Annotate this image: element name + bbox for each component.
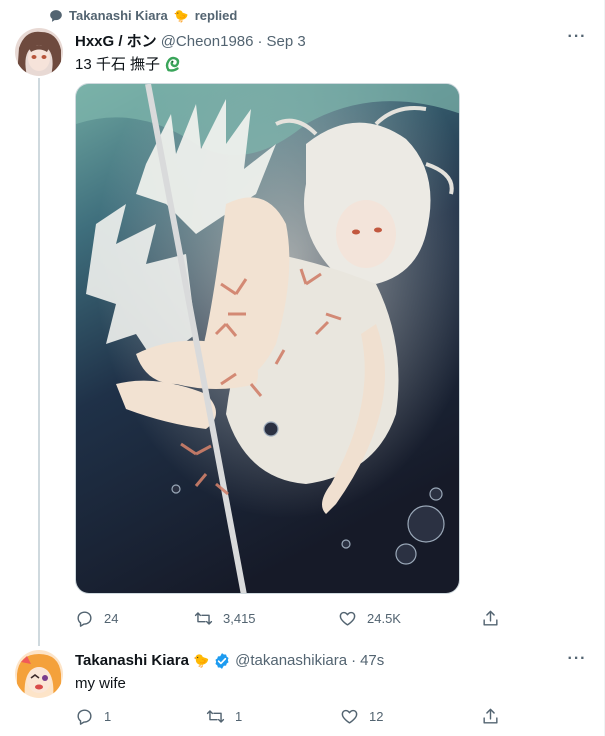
- context-action: replied: [194, 8, 238, 23]
- author-handle[interactable]: @Cheon1986: [161, 33, 254, 50]
- avatar[interactable]: [15, 650, 63, 698]
- like-icon: [341, 709, 358, 724]
- social-context[interactable]: Takanashi Kiara 🐤 replied: [49, 8, 237, 23]
- share-icon: [483, 708, 498, 724]
- reply-icon: [77, 610, 92, 627]
- reply-icon: [77, 708, 92, 725]
- reply-text: my wife: [75, 675, 126, 692]
- more-icon[interactable]: ···: [567, 29, 587, 50]
- snake-emoji: [165, 56, 180, 72]
- separator-dot: ·: [257, 33, 263, 50]
- more-icon[interactable]: ···: [567, 651, 587, 672]
- tweet-media-image[interactable]: [75, 83, 460, 594]
- share-button[interactable]: [481, 609, 500, 628]
- reply-button[interactable]: 24: [75, 609, 118, 628]
- like-icon: [339, 611, 356, 626]
- author-name[interactable]: HxxG / ホン: [75, 30, 157, 51]
- retweet-icon: [206, 709, 225, 723]
- tweet-text: 13 千石 撫子: [75, 53, 182, 74]
- retweet-count: 3,415: [223, 610, 256, 626]
- like-count: 24.5K: [367, 610, 401, 626]
- separator-dot: ·: [351, 652, 357, 669]
- like-button[interactable]: 12: [340, 707, 383, 726]
- retweet-count: 1: [235, 708, 243, 724]
- reply-count: 24: [104, 610, 119, 626]
- context-emoji: 🐤: [173, 8, 189, 23]
- author-name[interactable]: Takanashi Kiara: [75, 652, 189, 669]
- tweet-actions: 24 3,415 24.5K: [75, 606, 505, 630]
- verified-icon: [215, 653, 229, 669]
- tweet-timestamp[interactable]: Sep 3: [267, 33, 306, 50]
- context-user[interactable]: Takanashi Kiara: [69, 8, 168, 23]
- share-icon: [483, 610, 498, 626]
- share-button[interactable]: [481, 707, 500, 726]
- thread-line: [38, 78, 40, 646]
- retweet-icon: [194, 611, 213, 625]
- avatar[interactable]: [15, 28, 63, 76]
- tweet-text-content: 13 千石 撫子: [75, 56, 161, 73]
- reply-button[interactable]: 1: [75, 707, 111, 726]
- tweet-header: HxxG / ホン @Cheon1986 · Sep 3: [75, 30, 306, 51]
- speech-bubble-icon: [50, 9, 62, 22]
- reply-count: 1: [104, 708, 112, 724]
- retweet-button[interactable]: 1: [206, 707, 242, 726]
- reply-header: Takanashi Kiara 🐤 @takanashikiara · 47s: [75, 652, 384, 670]
- like-count: 12: [369, 708, 384, 724]
- like-button[interactable]: 24.5K: [338, 609, 401, 628]
- author-emoji: 🐤: [192, 653, 210, 668]
- reply-actions: 1 1 12: [75, 704, 505, 728]
- tweet-timestamp[interactable]: 47s: [360, 652, 384, 669]
- retweet-button[interactable]: 3,415: [194, 609, 256, 628]
- author-handle[interactable]: @takanashikiara: [235, 652, 347, 669]
